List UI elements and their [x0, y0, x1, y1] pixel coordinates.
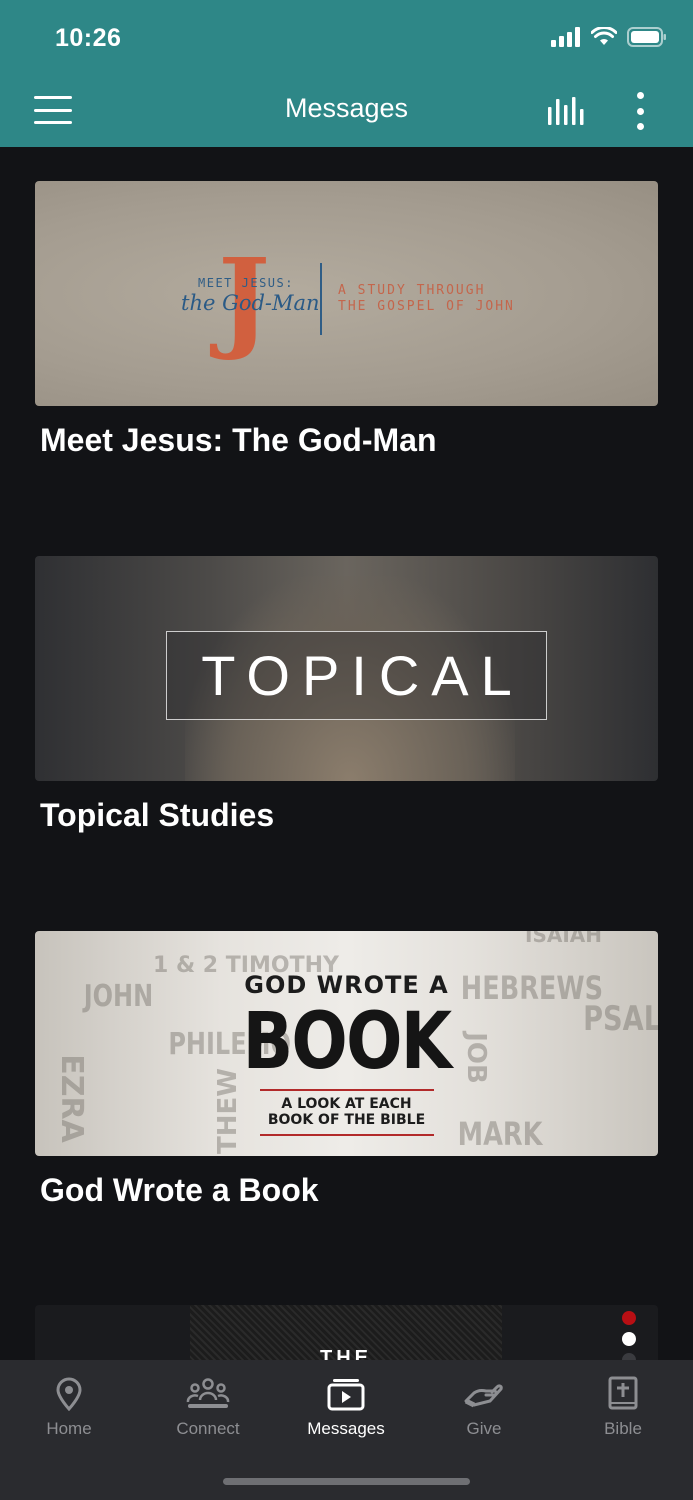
series-card-god-wrote-a-book[interactable]: 1 & 2 TIMOTHY JOHN PHILEMO EZRA THEW HEB… [35, 931, 658, 1209]
tab-home[interactable]: Home [9, 1376, 129, 1446]
indicator-dot [622, 1332, 636, 1346]
bible-cross-icon [608, 1376, 638, 1410]
messages-feed[interactable]: J MEET JESUS: the God-Man A STUDY THROUG… [0, 147, 693, 1360]
tab-connect[interactable]: Connect [148, 1376, 268, 1446]
scroll-indicator [621, 1311, 637, 1367]
media-play-icon [327, 1379, 365, 1411]
tab-bible[interactable]: Bible [563, 1376, 683, 1446]
more-options-icon[interactable] [630, 92, 650, 130]
app-header: 10:26 Messages [0, 0, 693, 147]
page-title: Messages [284, 93, 409, 123]
series-title: God Wrote a Book [40, 1172, 319, 1208]
status-time: 10:26 [55, 24, 122, 52]
wifi-icon [591, 27, 617, 45]
series-artwork: J MEET JESUS: the God-Man A STUDY THROUG… [35, 181, 658, 406]
battery-icon [627, 27, 666, 47]
series-artwork: TOPICAL [35, 556, 658, 781]
series-title: Meet Jesus: The God-Man [40, 422, 437, 458]
people-group-icon [186, 1378, 230, 1408]
map-pin-icon [56, 1377, 82, 1411]
audio-bars-icon[interactable] [546, 95, 588, 127]
series-card-topical[interactable]: TOPICAL Topical Studies [35, 556, 658, 834]
series-title: Topical Studies [40, 797, 275, 833]
tab-messages[interactable]: Messages [286, 1376, 406, 1446]
series-artwork: THE [35, 1305, 658, 1360]
status-icons [551, 27, 667, 47]
giving-hand-icon [464, 1384, 503, 1408]
cellular-signal-icon [551, 27, 580, 47]
tab-give[interactable]: Give [424, 1376, 544, 1446]
series-card-meet-jesus[interactable]: J MEET JESUS: the God-Man A STUDY THROUG… [35, 181, 658, 459]
indicator-dot [622, 1311, 636, 1325]
series-artwork: 1 & 2 TIMOTHY JOHN PHILEMO EZRA THEW HEB… [35, 931, 658, 1156]
home-indicator[interactable] [223, 1478, 470, 1485]
series-card-partial[interactable]: THE [35, 1305, 658, 1360]
